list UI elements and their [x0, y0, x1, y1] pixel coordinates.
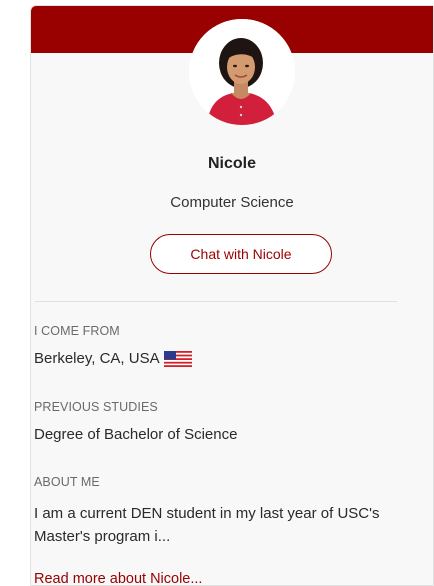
avatar [189, 19, 295, 125]
read-more-link[interactable]: Read more about Nicole... [34, 571, 202, 585]
chat-button[interactable]: Chat with Nicole [150, 234, 332, 274]
about-label: ABOUT ME [34, 475, 100, 489]
studies-value: Degree of Bachelor of Science [34, 426, 238, 443]
avatar-photo [189, 19, 295, 125]
student-major: Computer Science [170, 194, 294, 211]
ambassador-card: Nicole Computer Science Chat with Nicole… [30, 5, 434, 586]
from-value-row: Berkeley, CA, USA [34, 350, 192, 367]
about-text: I am a current DEN student in my last ye… [34, 505, 380, 545]
section-divider [35, 301, 397, 302]
from-label: I COME FROM [34, 324, 120, 338]
studies-label: PREVIOUS STUDIES [34, 400, 158, 414]
student-name: Nicole [207, 155, 256, 172]
us-flag-icon [163, 350, 192, 367]
from-value: Berkeley, CA, USA [34, 350, 160, 367]
